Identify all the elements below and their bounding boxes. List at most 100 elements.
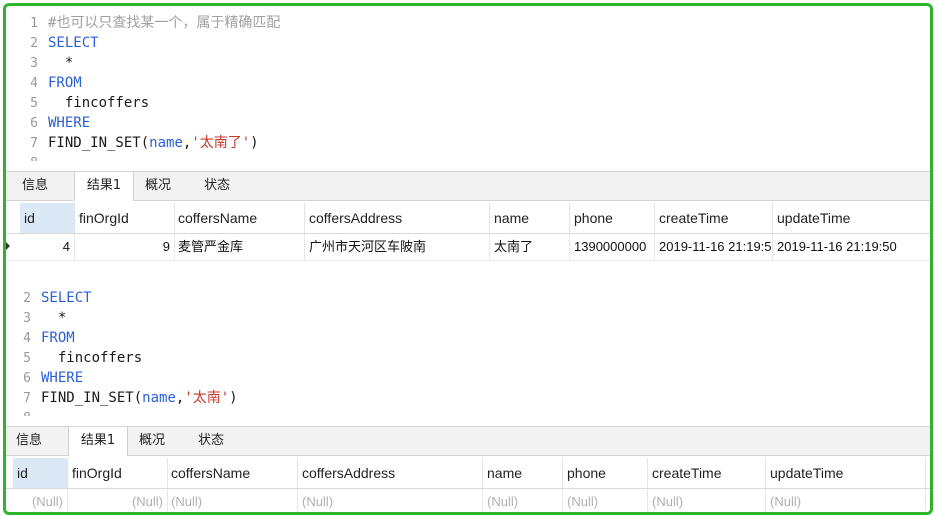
current-row-indicator-icon (6, 242, 10, 250)
code-token: * (48, 55, 74, 71)
code-line[interactable]: 6 WHERE (14, 113, 914, 133)
grid-header: id finOrgId coffersName coffersAddress name p… (6, 458, 930, 489)
code-token: ) (229, 390, 238, 406)
code-token: fincoffers (41, 350, 143, 366)
column-header-updatetime[interactable]: updateTime (773, 203, 930, 233)
sql-editor-query-2[interactable]: 2 SELECT 3 * 4 FROM 5 fincoffers 6 WHERE 7 FIND_I… (7, 288, 907, 416)
column-header-createtime[interactable]: createTime (648, 458, 766, 488)
line-number: 7 (23, 391, 31, 406)
code-line[interactable]: 4 FROM (7, 328, 907, 348)
code-line[interactable]: 8 (14, 153, 914, 161)
code-line[interactable]: 8 (7, 408, 907, 416)
code-token: * (41, 310, 67, 326)
code-line[interactable]: 3 * (7, 308, 907, 328)
table-cell-finorgid[interactable]: (Null) (68, 489, 168, 512)
code-line[interactable]: 2 SELECT (7, 288, 907, 308)
code-line[interactable]: 1 #也可以只查找某一个，属于精确匹配 (14, 13, 914, 33)
code-line[interactable]: 5 fincoffers (14, 93, 914, 113)
code-token: WHERE (48, 115, 91, 131)
table-cell-id[interactable]: (Null) (13, 489, 68, 512)
tab-result1[interactable]: 结果1 (68, 427, 128, 456)
column-header-finorgid[interactable]: finOrgId (68, 458, 168, 488)
column-header-coffersname[interactable]: coffersName (167, 458, 298, 488)
line-number: 3 (23, 311, 31, 326)
column-header-updatetime[interactable]: updateTime (766, 458, 926, 488)
line-number: 6 (23, 371, 31, 386)
sql-editor-query-1[interactable]: 1 #也可以只查找某一个，属于精确匹配 2 SELECT 3 * 4 FROM 5 finco… (14, 13, 914, 161)
table-cell-createtime[interactable]: 2019-11-16 21:19:50 (655, 234, 773, 260)
table-cell-updatetime[interactable]: 2019-11-16 21:19:50 (773, 234, 930, 260)
table-cell-coffersaddress[interactable]: 广州市天河区车陂南 (305, 234, 490, 260)
code-token: FIND_IN_SET( (41, 390, 143, 406)
tab-info[interactable]: 信息 (6, 427, 52, 454)
table-cell-coffersaddress[interactable]: (Null) (298, 489, 483, 512)
column-header-coffersaddress[interactable]: coffersAddress (298, 458, 483, 488)
tab-status[interactable]: 状态 (188, 172, 246, 199)
code-line[interactable]: 7 FIND_IN_SET(name,'太南') (7, 388, 907, 408)
line-number: 2 (23, 291, 31, 306)
column-header-id[interactable]: id (13, 458, 68, 488)
code-token: FIND_IN_SET( (48, 135, 150, 151)
code-token: ) (250, 135, 259, 151)
column-header-name[interactable]: name (490, 203, 570, 233)
tab-status[interactable]: 状态 (182, 427, 240, 454)
code-token: WHERE (41, 370, 84, 386)
code-token: FROM (41, 330, 75, 346)
code-token: name (142, 390, 176, 406)
column-header-name[interactable]: name (483, 458, 563, 488)
code-line[interactable]: 2 SELECT (14, 33, 914, 53)
code-token: '太南' (184, 390, 230, 406)
table-cell-finorgid[interactable]: 9 (75, 234, 175, 260)
code-line[interactable]: 4 FROM (14, 73, 914, 93)
result-tab-bar-2: 信息 结果1 概况 状态 (6, 426, 930, 456)
line-number: 5 (23, 351, 31, 366)
result-tab-bar-1: 信息 结果1 概况 状态 (6, 171, 930, 201)
table-cell-name[interactable]: (Null) (483, 489, 563, 512)
column-header-coffersname[interactable]: coffersName (174, 203, 305, 233)
tab-info[interactable]: 信息 (12, 172, 58, 199)
code-line[interactable]: 3 * (14, 53, 914, 73)
line-number: 8 (7, 409, 31, 416)
code-token: #也可以只查找某一个，属于精确匹配 (48, 15, 281, 31)
line-number: 5 (30, 96, 38, 111)
code-line[interactable]: 5 fincoffers (7, 348, 907, 368)
tab-result1[interactable]: 结果1 (74, 172, 134, 201)
column-header-coffersaddress[interactable]: coffersAddress (305, 203, 490, 233)
grid-header: id finOrgId coffersName coffersAddress name p… (6, 203, 930, 234)
table-cell-updatetime[interactable]: (Null) (766, 489, 926, 512)
line-number: 1 (30, 16, 38, 31)
code-line[interactable]: 7 FIND_IN_SET(name,'太南了') (14, 133, 914, 153)
line-number: 6 (30, 116, 38, 131)
line-number: 4 (30, 76, 38, 91)
line-number: 7 (30, 136, 38, 151)
column-header-finorgid[interactable]: finOrgId (75, 203, 175, 233)
result-grid-1: id finOrgId coffersName coffersAddress name p… (6, 203, 930, 261)
table-cell-phone[interactable]: (Null) (563, 489, 648, 512)
table-row[interactable]: (Null) (Null) (Null) (Null) (Null) (Null) (Nul… (6, 489, 930, 512)
tab-overview[interactable]: 概况 (136, 172, 180, 199)
table-row[interactable]: 4 9 麦管严金库 广州市天河区车陂南 太南了 1390000000 2019-11-16 … (6, 234, 930, 261)
screenshot-frame: 1 #也可以只查找某一个，属于精确匹配 2 SELECT 3 * 4 FROM 5 finco… (3, 3, 933, 515)
table-cell-coffersname[interactable]: 麦管严金库 (174, 234, 305, 260)
column-header-id[interactable]: id (20, 203, 75, 233)
code-line[interactable]: 6 WHERE (7, 368, 907, 388)
line-number: 2 (30, 36, 38, 51)
table-cell-phone[interactable]: 1390000000 (570, 234, 655, 260)
code-token: FROM (48, 75, 82, 91)
code-token: name (149, 135, 183, 151)
tab-overview[interactable]: 概况 (130, 427, 174, 454)
column-header-phone[interactable]: phone (570, 203, 655, 233)
code-token: SELECT (41, 290, 92, 306)
line-number: 8 (14, 154, 38, 161)
code-token: fincoffers (48, 95, 150, 111)
result-grid-2: id finOrgId coffersName coffersAddress name p… (6, 458, 930, 512)
table-cell-coffersname[interactable]: (Null) (167, 489, 298, 512)
line-number: 3 (30, 56, 38, 71)
column-header-createtime[interactable]: createTime (655, 203, 773, 233)
table-cell-name[interactable]: 太南了 (490, 234, 570, 260)
line-number: 4 (23, 331, 31, 346)
code-token: SELECT (48, 35, 99, 51)
table-cell-id[interactable]: 4 (20, 234, 75, 260)
column-header-phone[interactable]: phone (563, 458, 648, 488)
table-cell-createtime[interactable]: (Null) (648, 489, 766, 512)
